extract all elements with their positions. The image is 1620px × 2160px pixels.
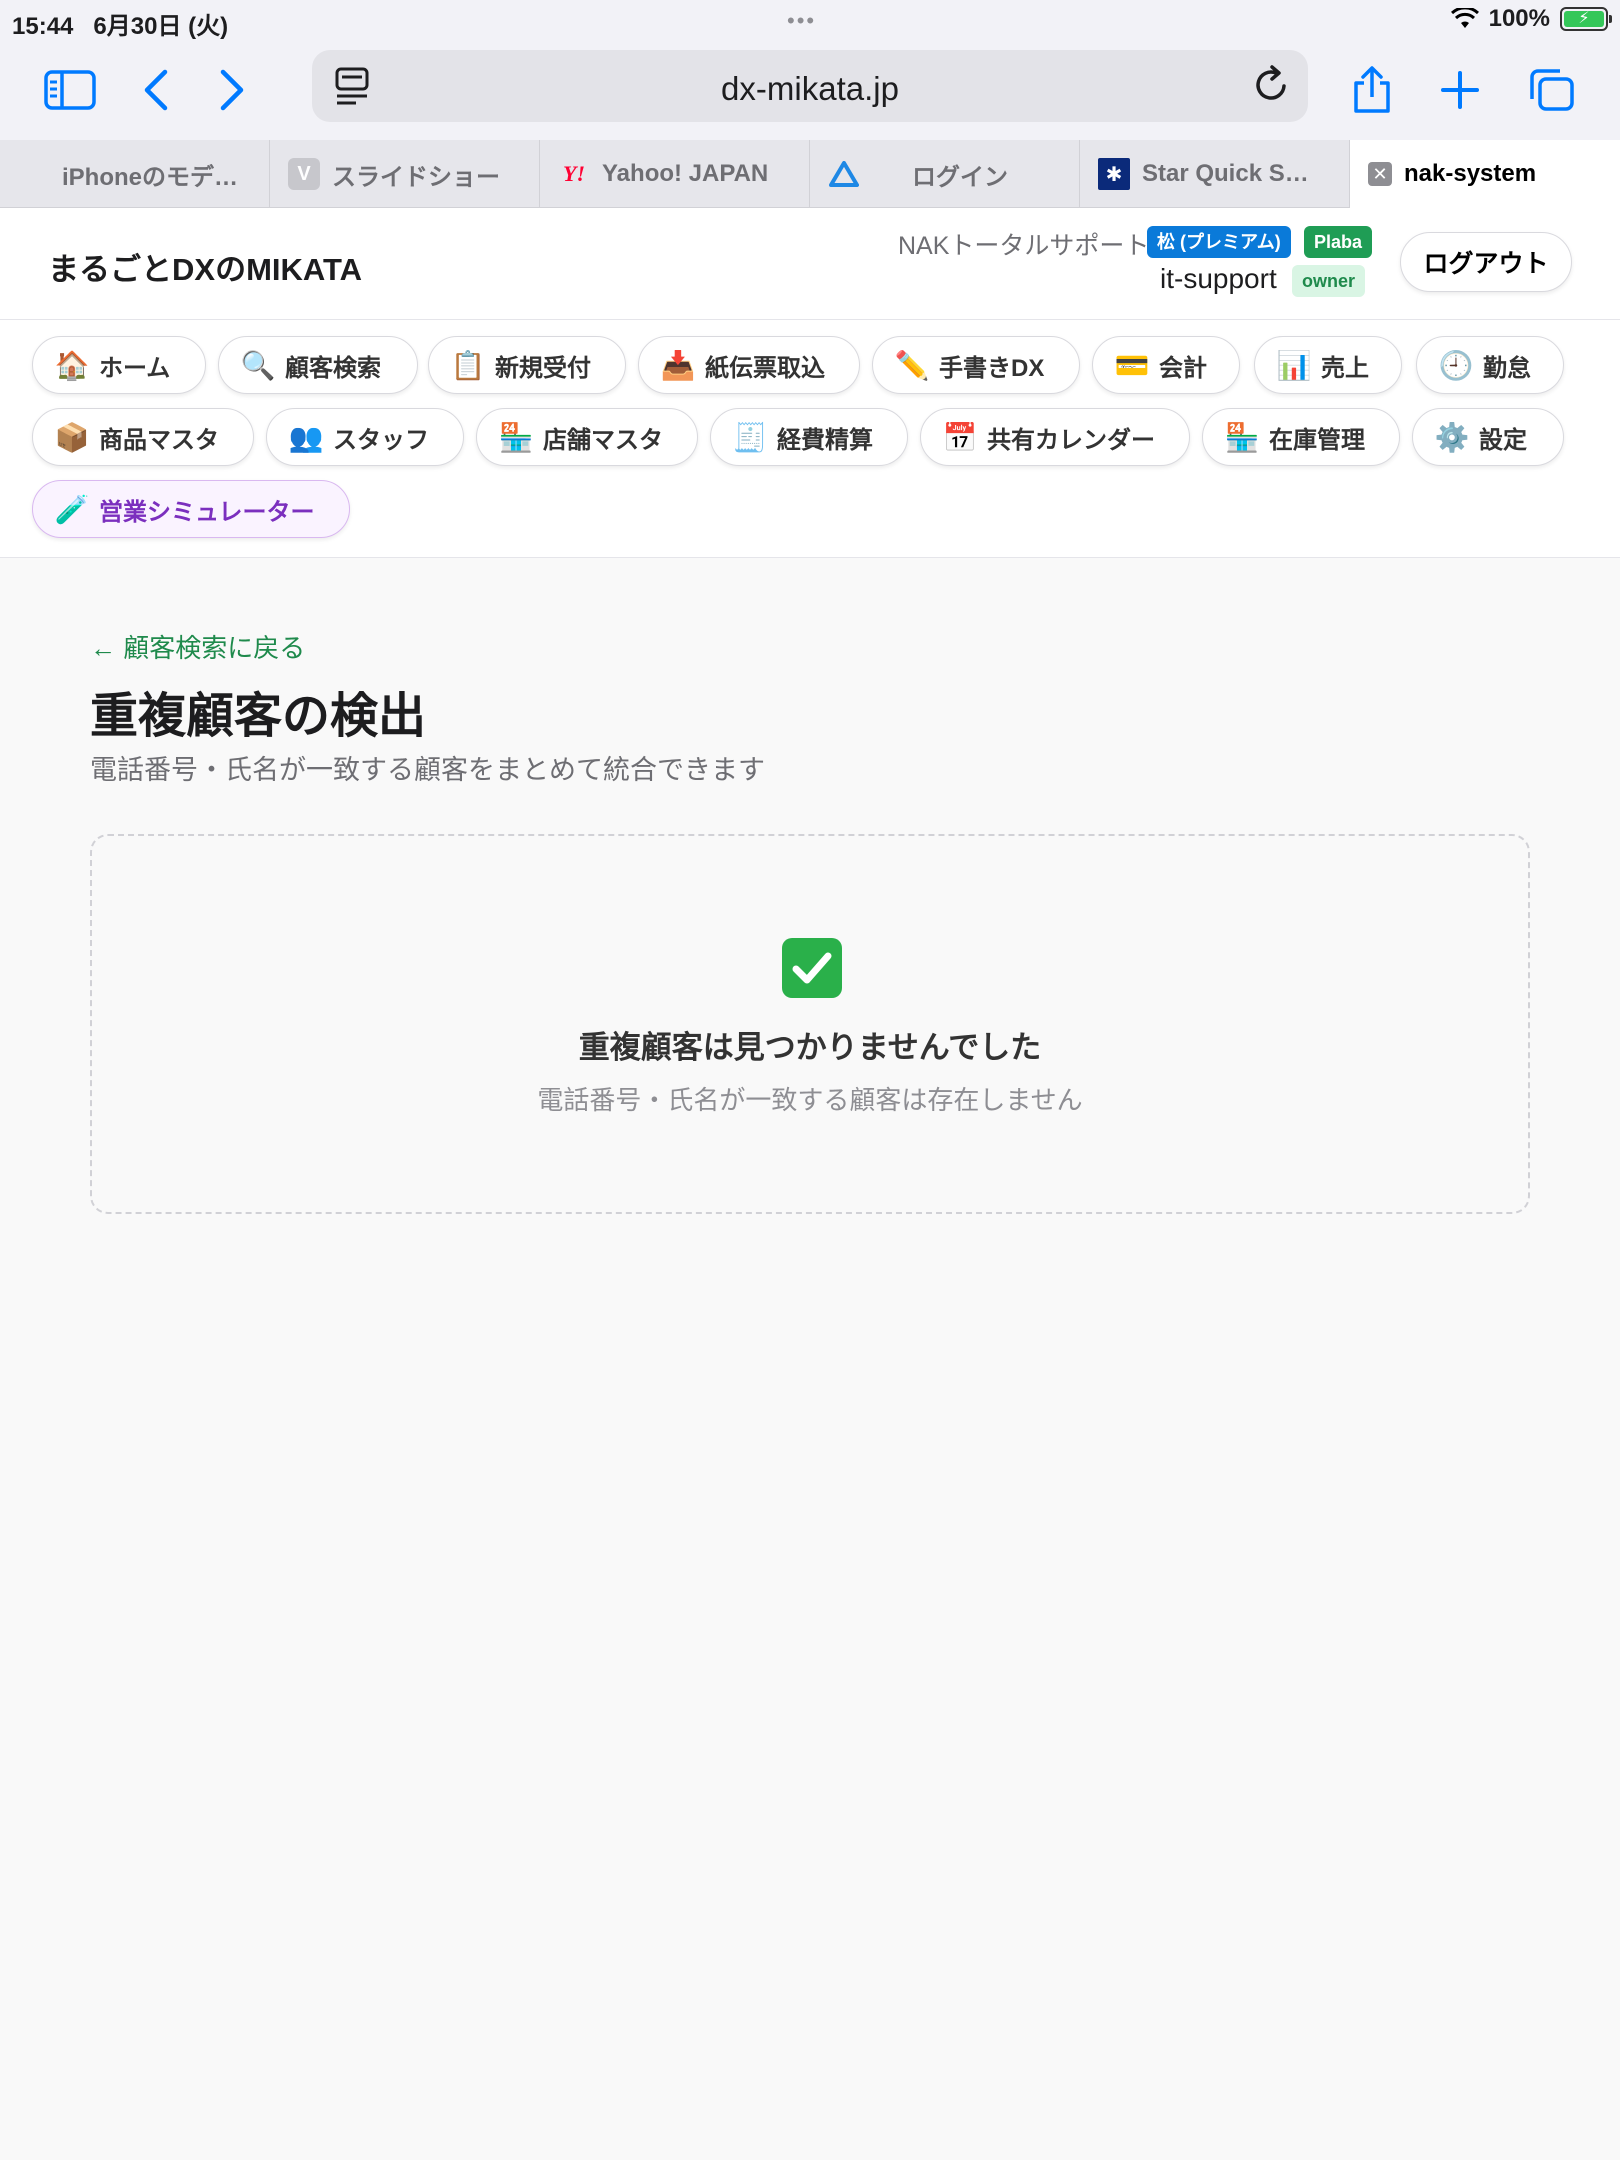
reload-icon[interactable] (1252, 64, 1292, 111)
plan-badge: 松 (プレミアム) (1147, 226, 1291, 258)
inbox-tray-icon: 📥 (660, 349, 696, 381)
receipt-icon: 🧾 (732, 421, 768, 453)
nav-sales-simulator[interactable]: 🧪 営業シミュレーター (32, 480, 350, 538)
nav-attendance[interactable]: 🕘 勤怠 (1416, 336, 1564, 394)
status-bar: 15:44 6月30日 (火) ••• 100% ⚡ (0, 0, 1620, 40)
back-icon[interactable] (126, 60, 186, 120)
browser-toolbar: dx-mikata.jp (0, 40, 1620, 140)
organization-name: NAKトータルサポート (898, 232, 1150, 260)
empty-state-card: 重複顧客は見つかりませんでした 電話番号・氏名が一致する顧客は存在しません (90, 834, 1530, 1214)
empty-state-title: 重複顧客は見つかりませんでした (578, 1030, 1042, 1065)
nav-store-master[interactable]: 🏪 店舗マスタ (476, 408, 698, 466)
store-icon: 🏪 (1224, 421, 1260, 453)
clipboard-icon: 📋 (450, 349, 486, 381)
tab-label: スライドショー (332, 163, 500, 191)
browser-tab[interactable]: ログイン (810, 140, 1080, 208)
tab-label: Yahoo! JAPAN (602, 160, 769, 187)
tab-label: ログイン (912, 163, 1008, 191)
battery-icon: ⚡ (1560, 7, 1612, 31)
brand-title[interactable]: まるごとDXのMIKATA (48, 244, 362, 289)
drive-icon (828, 158, 860, 190)
house-icon: 🏠 (54, 349, 90, 381)
share-icon[interactable] (1342, 60, 1402, 120)
tab-bar: iPhoneのモデ… V スライドショー Y! Yahoo! JAPAN ログイ… (0, 140, 1620, 208)
clock-icon: 🕘 (1438, 349, 1474, 381)
site-header: まるごとDXのMIKATA NAKトータルサポート 松 (プレミアム) Plab… (0, 208, 1620, 320)
browser-tab[interactable]: V スライドショー (270, 140, 540, 208)
page-subtitle: 電話番号・氏名が一致する顧客をまとめて統合できます (90, 755, 765, 785)
nav-customer-search[interactable]: 🔍 顧客検索 (218, 336, 418, 394)
store-badge: Plaba (1304, 226, 1373, 258)
star-quick-icon: ✱ (1098, 158, 1130, 190)
address-bar[interactable]: dx-mikata.jp (312, 50, 1308, 122)
nav-expense-settlement[interactable]: 🧾 経費精算 (710, 408, 908, 466)
tab-label: iPhoneのモデ… (62, 163, 239, 191)
nav-shared-calendar[interactable]: 📅 共有カレンダー (920, 408, 1190, 466)
tab-label: nak-system (1404, 160, 1537, 187)
credit-card-icon: 💳 (1114, 349, 1150, 381)
magnifier-icon: 🔍 (240, 349, 276, 381)
nav-handwriting-dx[interactable]: ✏️ 手書きDX (872, 336, 1080, 394)
people-icon: 👥 (288, 421, 324, 453)
nav-staff[interactable]: 👥 スタッフ (266, 408, 464, 466)
check-mark-icon (782, 938, 842, 998)
multitasking-dots-icon[interactable]: ••• (787, 8, 816, 34)
nav-product-master[interactable]: 📦 商品マスタ (32, 408, 254, 466)
browser-tab[interactable]: ✱ Star Quick S… (1080, 140, 1350, 208)
apple-icon (18, 158, 50, 190)
role-badge: owner (1292, 265, 1366, 297)
nav-new-reception[interactable]: 📋 新規受付 (428, 336, 626, 394)
calendar-icon: 📅 (942, 421, 978, 453)
close-icon[interactable]: ✕ (1368, 162, 1392, 186)
wifi-icon (1450, 8, 1479, 28)
battery-percent: 100% (1488, 5, 1550, 32)
browser-tab[interactable]: Y! Yahoo! JAPAN (540, 140, 810, 208)
new-tab-icon[interactable] (1430, 60, 1490, 120)
status-right: 100% ⚡ (1450, 5, 1612, 33)
page-title: 重複顧客の検出 (90, 690, 427, 743)
nav-home[interactable]: 🏠 ホーム (32, 336, 206, 394)
test-tube-icon: 🧪 (54, 493, 90, 525)
main-nav: 🏠 ホーム 🔍 顧客検索 📋 新規受付 📥 紙伝票取込 ✏️ 手書きDX 💳 会計 📊 売上 … (0, 320, 1620, 558)
sidebar-toggle-icon[interactable] (40, 60, 100, 120)
username: it-support (1160, 263, 1277, 294)
nav-inventory[interactable]: 🏪 在庫管理 (1202, 408, 1400, 466)
url-text: dx-mikata.jp (721, 70, 899, 107)
status-time: 15:44 6月30日 (火) (12, 13, 229, 40)
browser-tab-active[interactable]: ✕ nak-system (1350, 140, 1620, 208)
gear-icon: ⚙️ (1434, 421, 1470, 453)
package-icon: 📦 (54, 421, 90, 453)
store-icon: 🏪 (498, 421, 534, 453)
v-icon: V (288, 158, 320, 190)
yahoo-icon: Y! (563, 161, 585, 186)
empty-state-message: 電話番号・氏名が一致する顧客は存在しません (537, 1085, 1083, 1115)
logout-button[interactable]: ログアウト (1400, 232, 1572, 292)
tab-label: Star Quick S… (1142, 160, 1309, 187)
browser-tab[interactable]: iPhoneのモデ… (0, 140, 270, 208)
forward-icon[interactable] (202, 60, 262, 120)
nav-paper-slip-import[interactable]: 📥 紙伝票取込 (638, 336, 860, 394)
bar-chart-icon: 📊 (1276, 349, 1312, 381)
pencil-icon: ✏️ (894, 349, 930, 381)
nav-sales[interactable]: 📊 売上 (1254, 336, 1402, 394)
tabs-overview-icon[interactable] (1522, 60, 1582, 120)
nav-settings[interactable]: ⚙️ 設定 (1412, 408, 1564, 466)
back-to-customer-search-link[interactable]: ← 顧客検索に戻る (90, 628, 305, 665)
nav-accounting[interactable]: 💳 会計 (1092, 336, 1240, 394)
